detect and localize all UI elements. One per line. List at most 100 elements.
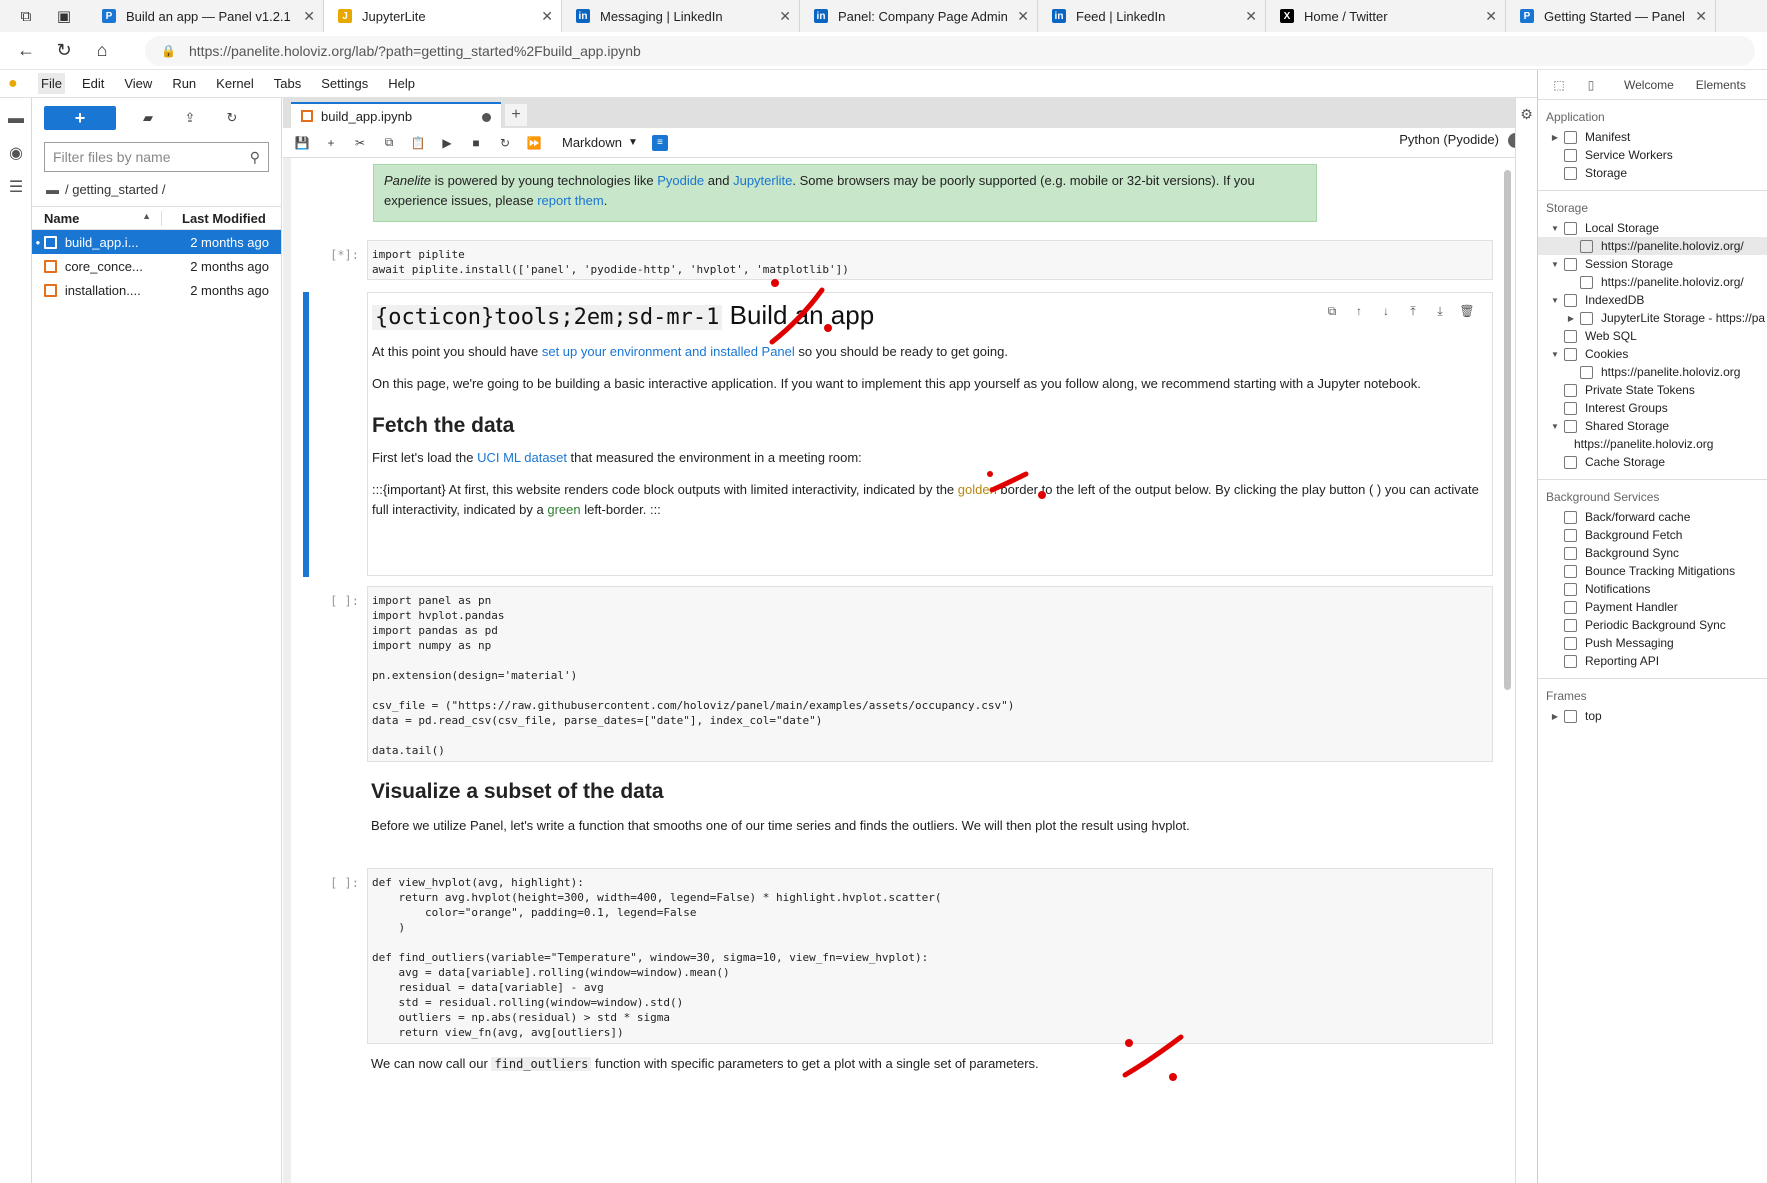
- close-tab-icon[interactable]: ✕: [1245, 8, 1257, 25]
- add-tab-icon[interactable]: +: [505, 104, 527, 126]
- move-down-icon[interactable]: ↓: [1375, 301, 1397, 321]
- close-tab-icon[interactable]: ✕: [1485, 8, 1497, 25]
- duplicate-cell-icon[interactable]: ⧉: [1321, 301, 1343, 321]
- markdown-cell-call[interactable]: We can now call our find_outliers functi…: [299, 1054, 1499, 1084]
- devtools-tree-item[interactable]: ▼ IndexedDB: [1538, 291, 1767, 309]
- devtools-tree-item[interactable]: ▶ JupyterLite Storage - https://pa: [1538, 309, 1767, 327]
- back-icon[interactable]: ←: [14, 39, 38, 63]
- browser-tab[interactable]: in Panel: Company Page Admin | Lin ✕: [800, 0, 1038, 32]
- menu-settings[interactable]: Settings: [318, 73, 371, 94]
- expand-toggle-icon[interactable]: ▶: [1566, 314, 1576, 323]
- devtools-tree-item[interactable]: https://panelite.holoviz.org/: [1538, 237, 1767, 255]
- report-them-link[interactable]: report them: [537, 193, 603, 208]
- expand-toggle-icon[interactable]: ▶: [1550, 712, 1560, 721]
- jupyterlite-link[interactable]: Jupyterlite: [733, 173, 792, 188]
- devtools-tree-item[interactable]: ▶ top: [1538, 707, 1767, 725]
- insert-cell-icon[interactable]: +: [320, 132, 342, 154]
- devtools-tree-item[interactable]: ▼ Shared Storage: [1538, 417, 1767, 435]
- devtools-tree-item[interactable]: https://panelite.holoviz.org: [1538, 363, 1767, 381]
- column-name-header[interactable]: Name ▲: [32, 210, 162, 226]
- devtools-tree-item[interactable]: ▼ Cookies: [1538, 345, 1767, 363]
- close-tab-icon[interactable]: ✕: [303, 8, 315, 25]
- devtools-tree-item[interactable]: Periodic Background Sync: [1538, 616, 1767, 634]
- new-folder-icon[interactable]: ▰: [138, 108, 158, 128]
- close-tab-icon[interactable]: ✕: [541, 8, 553, 25]
- inspect-element-icon[interactable]: ⬚: [1548, 78, 1570, 92]
- filter-files-input[interactable]: Filter files by name ⚲: [44, 142, 269, 172]
- devtools-tree-item[interactable]: https://panelite.holoviz.org/: [1538, 273, 1767, 291]
- code-editor[interactable]: def view_hvplot(avg, highlight): return …: [367, 868, 1493, 1044]
- home-icon[interactable]: ⌂: [90, 39, 114, 63]
- move-up-icon[interactable]: ↑: [1348, 301, 1370, 321]
- unsaved-indicator-icon[interactable]: [482, 113, 491, 122]
- code-editor[interactable]: import piplite await piplite.install(['p…: [367, 240, 1493, 280]
- menu-edit[interactable]: Edit: [79, 73, 107, 94]
- menu-run[interactable]: Run: [169, 73, 199, 94]
- uci-dataset-link[interactable]: UCI ML dataset: [477, 450, 567, 465]
- browser-tab[interactable]: P Build an app — Panel v1.2.1 ✕: [88, 0, 324, 32]
- kernel-name[interactable]: Python (Pyodide): [1399, 132, 1499, 147]
- devtools-tree-item[interactable]: ▼ Session Storage: [1538, 255, 1767, 273]
- restart-kernel-icon[interactable]: ↻: [494, 132, 516, 154]
- url-input[interactable]: 🔒 https://panelite.holoviz.org/lab/?path…: [145, 36, 1755, 66]
- close-tab-icon[interactable]: ✕: [1017, 8, 1029, 25]
- menu-help[interactable]: Help: [385, 73, 418, 94]
- expand-toggle-icon[interactable]: ▼: [1550, 296, 1560, 305]
- folder-icon[interactable]: ▬: [0, 102, 32, 136]
- file-row[interactable]: core_conce... 2 months ago: [32, 254, 281, 278]
- menu-view[interactable]: View: [121, 73, 155, 94]
- property-inspector-icon[interactable]: ≡: [651, 134, 668, 151]
- expand-toggle-icon[interactable]: ▼: [1550, 224, 1560, 233]
- menu-file[interactable]: File: [38, 73, 65, 94]
- tab-actions-icon[interactable]: ▣: [52, 4, 76, 28]
- breadcrumb-path[interactable]: / getting_started /: [65, 182, 165, 197]
- file-row[interactable]: installation.... 2 months ago: [32, 278, 281, 302]
- notebook-scrollbar[interactable]: [1501, 158, 1515, 1183]
- expand-toggle-icon[interactable]: ▶: [1550, 133, 1560, 142]
- cell-type-select[interactable]: Markdown ▼: [562, 135, 638, 150]
- insert-above-icon[interactable]: ⤒: [1402, 301, 1424, 321]
- devtools-tree-item[interactable]: Reporting API: [1538, 652, 1767, 670]
- devtools-tree-item[interactable]: Push Messaging: [1538, 634, 1767, 652]
- devtools-tree-item[interactable]: Payment Handler: [1538, 598, 1767, 616]
- devtools-tree-item[interactable]: Notifications: [1538, 580, 1767, 598]
- pyodide-link[interactable]: Pyodide: [657, 173, 704, 188]
- note-cell[interactable]: Panelite is powered by young technologie…: [299, 164, 1499, 226]
- tab-welcome[interactable]: Welcome: [1624, 78, 1674, 92]
- browser-tab[interactable]: P Getting Started — Panel v1.2.1 ✕: [1506, 0, 1716, 32]
- devtools-tree-item[interactable]: Service Workers: [1538, 146, 1767, 164]
- devtools-tree-item[interactable]: Back/forward cache: [1538, 508, 1767, 526]
- devtools-tree-item[interactable]: ▶ Manifest: [1538, 128, 1767, 146]
- devtools-tree-item[interactable]: ▼ Local Storage: [1538, 219, 1767, 237]
- gear-icon[interactable]: ⚙: [1516, 106, 1537, 123]
- run-all-icon[interactable]: ⏩: [523, 132, 545, 154]
- code-cell-piplite[interactable]: [*]: import piplite await piplite.instal…: [299, 240, 1499, 282]
- scrollbar-thumb[interactable]: [1504, 170, 1511, 690]
- markdown-cell-visualize[interactable]: Visualize a subset of the data Before we…: [299, 776, 1499, 856]
- expand-toggle-icon[interactable]: ▼: [1550, 350, 1560, 359]
- tab-elements[interactable]: Elements: [1696, 78, 1746, 92]
- upload-icon[interactable]: ⇪: [180, 108, 200, 128]
- close-tab-icon[interactable]: ✕: [1695, 8, 1707, 25]
- code-cell-outliers[interactable]: [ ]: def view_hvplot(avg, highlight): re…: [299, 868, 1499, 1046]
- code-cell-imports[interactable]: [ ]: import panel as pn import hvplot.pa…: [299, 586, 1499, 764]
- delete-cell-icon[interactable]: 🗑: [1456, 301, 1478, 321]
- browser-tab[interactable]: J JupyterLite ✕: [324, 0, 562, 32]
- markdown-cell-build-app[interactable]: ⧉ ↑ ↓ ⤒ ⤓ 🗑 {octicon}tools;2em;sd-mr-1 B…: [299, 292, 1499, 577]
- devtools-tree-item[interactable]: Private State Tokens: [1538, 381, 1767, 399]
- file-row[interactable]: ● build_app.i... 2 months ago: [32, 230, 281, 254]
- setup-link[interactable]: set up your environment and installed Pa…: [542, 344, 795, 359]
- browser-tab[interactable]: X Home / Twitter ✕: [1266, 0, 1506, 32]
- devtools-tree-item[interactable]: Interest Groups: [1538, 399, 1767, 417]
- column-modified-header[interactable]: Last Modified: [162, 211, 266, 226]
- folder-icon[interactable]: ▬: [46, 182, 59, 197]
- new-launcher-button[interactable]: +: [44, 106, 116, 130]
- running-sessions-icon[interactable]: ◉: [0, 136, 32, 170]
- devtools-tree-item[interactable]: Background Sync: [1538, 544, 1767, 562]
- copy-icon[interactable]: ⧉: [378, 132, 400, 154]
- devtools-tree-item[interactable]: Cache Storage: [1538, 453, 1767, 471]
- stop-icon[interactable]: ■: [465, 132, 487, 154]
- devtools-tree-item[interactable]: Background Fetch: [1538, 526, 1767, 544]
- cut-icon[interactable]: ✂: [349, 132, 371, 154]
- save-icon[interactable]: 💾: [291, 132, 313, 154]
